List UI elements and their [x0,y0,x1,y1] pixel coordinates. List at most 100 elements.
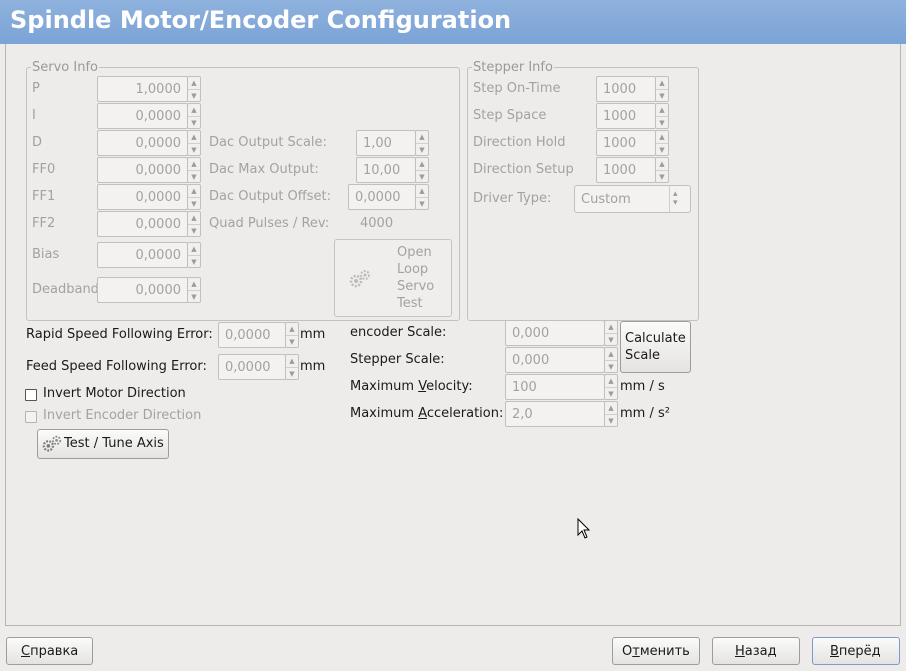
arrow-up-icon[interactable]: ▲ [605,321,617,333]
arrow-down-icon[interactable]: ▼ [188,255,200,268]
bias-spinner[interactable]: ▲▼ [97,242,202,268]
ff0-spinner[interactable]: ▲▼ [97,157,202,183]
arrow-down-icon[interactable]: ▼ [656,170,668,183]
dac-max-input[interactable] [356,157,416,183]
max-acceleration-arrows[interactable]: ▲ ▼ [604,401,618,427]
arrow-down-icon[interactable]: ▼ [416,170,428,183]
arrow-up-icon[interactable]: ▲ [188,243,200,255]
encoder-scale-input[interactable] [505,320,605,346]
arrow-down-icon[interactable]: ▼ [605,387,617,400]
test-tune-axis-button[interactable]: Test / Tune Axis [37,429,169,459]
encoder-scale-arrows[interactable]: ▲ ▼ [604,320,618,346]
arrow-up-icon[interactable]: ▲ [656,77,668,89]
open-loop-servo-test-button[interactable]: Open Loop Servo Test [334,239,452,317]
arrow-down-icon[interactable]: ▼ [656,143,668,156]
arrow-down-icon[interactable]: ▼ [605,333,617,346]
ff2-input[interactable] [97,211,188,237]
arrow-down-icon[interactable]: ▼ [605,414,617,427]
direction-setup-input[interactable] [596,157,656,183]
step-space-arrows[interactable]: ▲ ▼ [655,103,669,129]
help-button[interactable]: Справка [6,637,93,665]
arrow-up-icon[interactable]: ▲ [656,158,668,170]
arrow-up-icon[interactable]: ▲ [188,77,200,89]
arrow-up-icon[interactable]: ▲ [416,185,428,197]
rapid-arrows[interactable]: ▲ ▼ [285,322,299,348]
arrow-up-icon[interactable]: ▲ [656,131,668,143]
direction-hold-arrows[interactable]: ▲ ▼ [655,130,669,156]
step-space-spinner[interactable]: ▲▼ [596,103,669,129]
d-spinner[interactable]: ▲▼ [97,130,202,156]
deadband-arrows[interactable]: ▲ ▼ [187,277,201,303]
invert-encoder-label[interactable]: Invert Encoder Direction [43,408,201,423]
dac-max-spinner[interactable]: ▲▼ [356,157,429,183]
arrow-up-icon[interactable]: ▲ [188,278,200,290]
combo-arrows-icon[interactable]: ▴ ▾ [673,190,678,208]
ff1-arrows[interactable]: ▲ ▼ [187,184,201,210]
ff1-spinner[interactable]: ▲▼ [97,184,202,210]
arrow-up-icon[interactable]: ▲ [188,212,200,224]
stepper-scale-arrows[interactable]: ▲ ▼ [604,347,618,373]
step-space-input[interactable] [596,103,656,129]
ff0-input[interactable] [97,157,188,183]
bias-input[interactable] [97,242,188,268]
ff2-spinner[interactable]: ▲▼ [97,211,202,237]
step-on-time-arrows[interactable]: ▲ ▼ [655,76,669,102]
arrow-down-icon[interactable]: ▼ [416,143,428,156]
invert-motor-label[interactable]: Invert Motor Direction [43,386,186,401]
cancel-button[interactable]: Отменить [612,637,700,665]
dac-offset-input[interactable] [348,184,416,210]
arrow-down-icon[interactable]: ▼ [416,197,428,210]
stepper-scale-spinner[interactable]: ▲▼ [505,347,618,373]
arrow-down-icon[interactable]: ▼ [286,335,298,348]
arrow-down-icon[interactable]: ▼ [188,89,200,102]
d-input[interactable] [97,130,188,156]
dac-scale-input[interactable] [356,130,416,156]
arrow-up-icon[interactable]: ▲ [416,131,428,143]
encoder-scale-spinner[interactable]: ▲▼ [505,320,618,346]
arrow-up-icon[interactable]: ▲ [188,185,200,197]
forward-button[interactable]: Вперёд [812,637,900,665]
max-acceleration-spinner[interactable]: ▲▼ [505,401,618,427]
arrow-down-icon[interactable]: ▼ [188,116,200,129]
direction-hold-input[interactable] [596,130,656,156]
deadband-spinner[interactable]: ▲▼ [97,277,202,303]
dac-offset-arrows[interactable]: ▲ ▼ [415,184,429,210]
arrow-up-icon[interactable]: ▲ [656,104,668,116]
deadband-input[interactable] [97,277,188,303]
dac-scale-arrows[interactable]: ▲ ▼ [415,130,429,156]
feed-following-error-spinner[interactable]: ▲▼ [218,354,299,380]
arrow-up-icon[interactable]: ▲ [416,158,428,170]
p-input[interactable] [97,76,188,102]
direction-setup-arrows[interactable]: ▲ ▼ [655,157,669,183]
arrow-down-icon[interactable]: ▼ [188,170,200,183]
dac-scale-spinner[interactable]: ▲▼ [356,130,429,156]
stepper-scale-input[interactable] [505,347,605,373]
invert-motor-checkbox[interactable] [25,389,37,401]
arrow-down-icon[interactable]: ▼ [188,224,200,237]
feed-following-error-input[interactable] [218,354,286,380]
arrow-down-icon[interactable]: ▼ [656,89,668,102]
arrow-up-icon[interactable]: ▲ [286,355,298,367]
p-spinner[interactable]: ▲▼ [97,76,202,102]
arrow-up-icon[interactable]: ▲ [188,131,200,143]
i-arrows[interactable]: ▲ ▼ [187,103,201,129]
arrow-down-icon[interactable]: ▼ [286,367,298,380]
max-acceleration-input[interactable] [505,401,605,427]
arrow-down-icon[interactable]: ▼ [188,290,200,303]
i-spinner[interactable]: ▲▼ [97,103,202,129]
arrow-up-icon[interactable]: ▲ [605,375,617,387]
max-velocity-spinner[interactable]: ▲▼ [505,374,618,400]
rapid-following-error-input[interactable] [218,322,286,348]
direction-setup-spinner[interactable]: ▲▼ [596,157,669,183]
arrow-up-icon[interactable]: ▲ [188,104,200,116]
feed-arrows[interactable]: ▲ ▼ [285,354,299,380]
arrow-down-icon[interactable]: ▼ [605,360,617,373]
dac-offset-spinner[interactable]: ▲▼ [348,184,429,210]
d-arrows[interactable]: ▲ ▼ [187,130,201,156]
arrow-up-icon[interactable]: ▲ [188,158,200,170]
step-on-time-spinner[interactable]: ▲▼ [596,76,669,102]
ff1-input[interactable] [97,184,188,210]
arrow-down-icon[interactable]: ▼ [656,116,668,129]
ff0-arrows[interactable]: ▲ ▼ [187,157,201,183]
invert-encoder-checkbox[interactable] [25,411,37,423]
